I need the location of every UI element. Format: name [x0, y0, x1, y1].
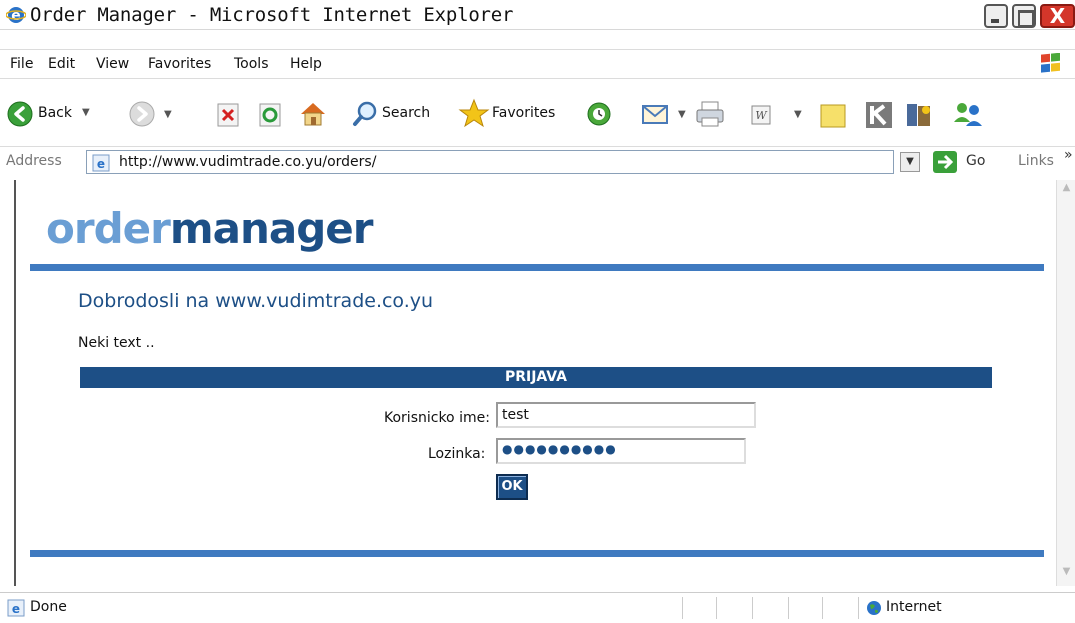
forward-dropdown-icon[interactable]: ▼ [164, 109, 172, 120]
go-button[interactable]: Go [932, 151, 994, 173]
print-icon[interactable] [694, 100, 726, 128]
links-button[interactable]: Links [1018, 153, 1054, 169]
intro-text: Neki text .. [78, 335, 155, 351]
back-button[interactable]: Back ▼ [6, 98, 106, 130]
username-label: Korisnicko ime: [384, 410, 490, 426]
maximize-button[interactable] [1012, 4, 1036, 28]
welcome-heading: Dobrodosli na www.vudimtrade.co.yu [78, 290, 434, 312]
login-header: PRIJAVA [80, 367, 992, 388]
close-button[interactable]: X [1040, 4, 1075, 28]
menu-bar: File Edit View Favorites Tools Help [0, 49, 1075, 79]
menu-file[interactable]: File [10, 56, 33, 72]
page-icon: e [92, 154, 110, 172]
back-dropdown-icon[interactable]: ▼ [82, 107, 90, 118]
top-divider [30, 264, 1044, 271]
username-input[interactable] [496, 402, 756, 428]
address-label: Address [6, 153, 62, 169]
internet-explorer-icon: e [6, 7, 26, 24]
edit-icon[interactable]: W [748, 102, 778, 128]
status-divider [822, 597, 823, 619]
research-icon[interactable] [904, 100, 936, 130]
scroll-down-icon[interactable]: ▼ [1059, 566, 1074, 581]
globe-icon [867, 601, 881, 615]
status-divider [752, 597, 753, 619]
back-label: Back [38, 105, 72, 121]
menu-favorites[interactable]: Favorites [148, 56, 211, 72]
menu-edit[interactable]: Edit [48, 56, 75, 72]
window-title: Order Manager - Microsoft Internet Explo… [30, 4, 514, 26]
status-divider [682, 597, 683, 619]
links-chevron-icon[interactable]: » [1064, 147, 1073, 163]
svg-text:e: e [12, 602, 20, 616]
status-text: Done [30, 599, 67, 615]
mail-icon[interactable] [640, 100, 674, 128]
menu-tools[interactable]: Tools [234, 56, 269, 72]
vertical-scrollbar[interactable]: ▲ ▼ [1056, 180, 1075, 586]
password-input[interactable]: ●●●●●●●●●● [496, 438, 746, 464]
security-zone-text: Internet [886, 599, 942, 615]
windows-flag-icon [1041, 53, 1060, 73]
go-label: Go [966, 153, 986, 169]
discuss-icon[interactable] [818, 100, 850, 130]
logo-manager: manager [169, 204, 374, 253]
home-icon[interactable] [298, 100, 328, 128]
address-dropdown-icon[interactable]: ▼ [900, 152, 920, 172]
ordermanager-logo: ordermanager [46, 204, 374, 253]
page-content: ordermanager Dobrodosli na www.vudimtrad… [14, 180, 1056, 586]
favorites-label: Favorites [492, 105, 556, 121]
forward-button[interactable]: ▼ [128, 100, 174, 130]
status-divider [716, 597, 717, 619]
standard-toolbar: Back ▼ ▼ Search Favorites ▼ W ▼ [0, 92, 1075, 137]
back-arrow-icon [7, 101, 33, 127]
history-icon[interactable] [584, 100, 614, 128]
favorites-button[interactable]: Favorites [458, 98, 570, 130]
bottom-divider [30, 550, 1044, 557]
address-input[interactable]: e http://www.vudimtrade.co.yu/orders/ [86, 150, 894, 174]
menu-view[interactable]: View [96, 56, 129, 72]
page-done-icon: e [7, 599, 25, 617]
messenger-icon[interactable] [950, 98, 986, 130]
status-bar: e Done Internet [0, 592, 1075, 623]
scroll-up-icon[interactable]: ▲ [1059, 182, 1074, 197]
svg-text:W: W [755, 109, 768, 122]
stop-icon[interactable] [216, 102, 242, 128]
search-icon [353, 101, 377, 126]
status-divider [788, 597, 789, 619]
address-bar: Address e http://www.vudimtrade.co.yu/or… [0, 146, 1075, 176]
window-title-bar: e Order Manager - Microsoft Internet Exp… [0, 0, 1075, 30]
minimize-button[interactable] [984, 4, 1008, 28]
mail-dropdown-icon[interactable]: ▼ [678, 109, 686, 120]
k-app-icon[interactable] [864, 100, 894, 130]
svg-text:e: e [97, 157, 105, 171]
search-label: Search [382, 105, 431, 121]
edit-dropdown-icon[interactable]: ▼ [794, 109, 802, 120]
ok-button[interactable]: OK [496, 474, 528, 500]
refresh-icon[interactable] [258, 102, 284, 128]
logo-order: order [46, 204, 171, 253]
go-arrow-icon [933, 151, 957, 173]
search-button[interactable]: Search [352, 100, 448, 130]
status-divider [858, 597, 859, 619]
password-label: Lozinka: [428, 446, 486, 462]
menu-help[interactable]: Help [290, 56, 322, 72]
forward-arrow-icon [129, 101, 155, 127]
address-url: http://www.vudimtrade.co.yu/orders/ [119, 154, 377, 170]
favorites-star-icon [458, 98, 490, 128]
